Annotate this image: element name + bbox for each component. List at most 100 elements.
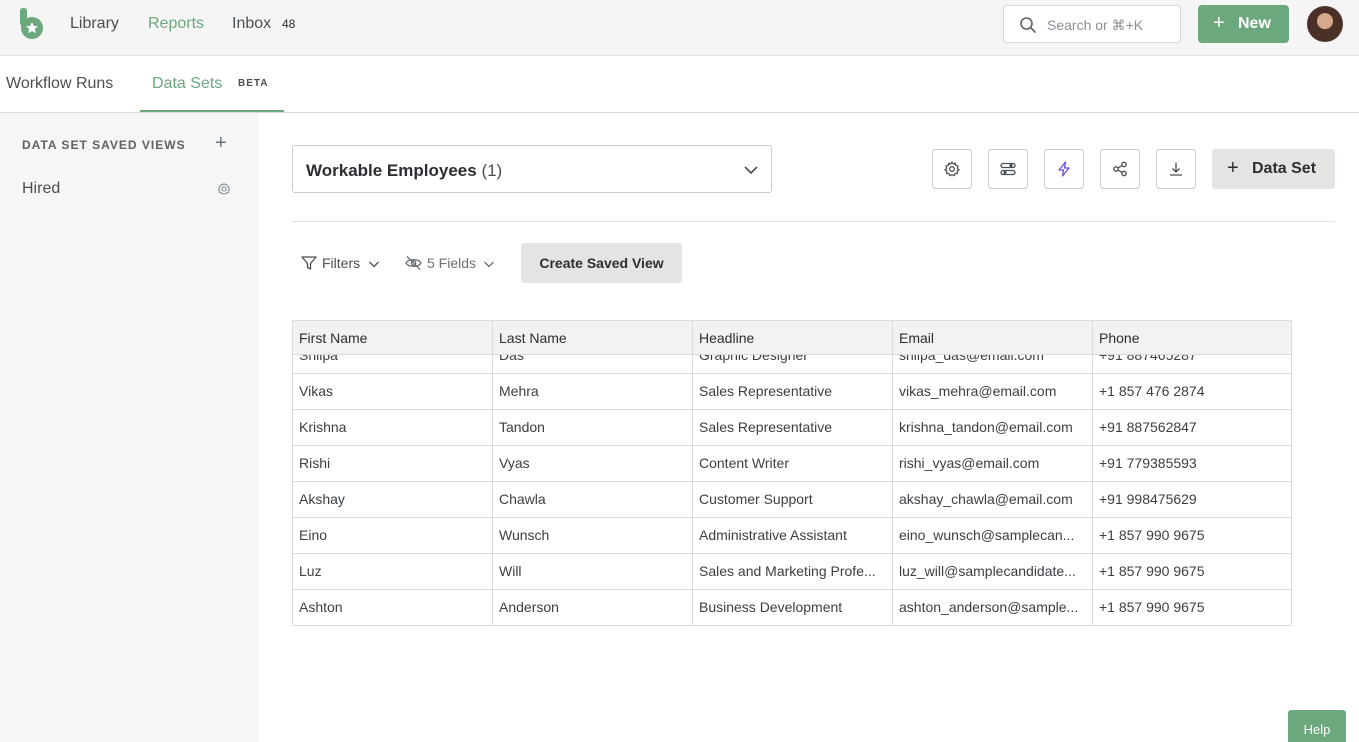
column-header-last-name[interactable]: Last Name bbox=[493, 321, 693, 356]
saved-views-sidebar: DATA SET SAVED VIEWS + Hired bbox=[0, 113, 259, 742]
table-cell: Luz bbox=[293, 554, 493, 590]
table-cell: vikas_mehra@email.com bbox=[893, 374, 1093, 410]
table-cell: Tandon bbox=[493, 410, 693, 446]
table-cell: Vyas bbox=[493, 446, 693, 482]
nav-library-link[interactable]: Library bbox=[70, 15, 119, 33]
table-row[interactable]: Luz Will Sales and Marketing Profe... luz_w… bbox=[292, 554, 1292, 590]
settings-button[interactable] bbox=[932, 149, 972, 189]
chevron-down-icon bbox=[744, 166, 758, 175]
table-cell: +91 998475629 bbox=[1093, 482, 1292, 518]
lightning-icon bbox=[1058, 161, 1070, 177]
fields-label: 5 Fields bbox=[427, 255, 477, 271]
new-button[interactable]: + New bbox=[1198, 5, 1289, 43]
dataset-select[interactable]: Workable Employees (1) bbox=[292, 145, 772, 193]
sub-navigation-tabs: Workflow Runs Data Sets BETA bbox=[0, 56, 1359, 113]
gear-icon bbox=[944, 161, 960, 177]
sliders-button[interactable] bbox=[988, 149, 1028, 189]
table-cell: Akshay bbox=[293, 482, 493, 518]
add-saved-view-icon[interactable]: + bbox=[215, 133, 227, 153]
data-table: Shilpa Das Graphic Designer shilpa_das@emai… bbox=[292, 320, 1292, 627]
table-cell: akshay_chawla@email.com bbox=[893, 482, 1093, 518]
chevron-down-icon bbox=[484, 261, 494, 268]
search-input[interactable]: Search or ⌘+K bbox=[1003, 5, 1181, 43]
table-row[interactable]: Akshay Chawla Customer Support akshay_chawl… bbox=[292, 482, 1292, 518]
app-logo-icon[interactable] bbox=[18, 8, 46, 40]
table-cell: Will bbox=[493, 554, 693, 590]
table-row[interactable]: Eino Wunsch Administrative Assistant eino_w… bbox=[292, 518, 1292, 554]
table-cell: Administrative Assistant bbox=[693, 518, 893, 554]
beta-badge: BETA bbox=[238, 78, 269, 89]
automation-button[interactable] bbox=[1044, 149, 1084, 189]
sidebar-title: DATA SET SAVED VIEWS bbox=[22, 138, 186, 152]
dataset-count: (1) bbox=[481, 161, 503, 180]
column-header-headline[interactable]: Headline bbox=[693, 321, 893, 356]
column-header-first-name[interactable]: First Name bbox=[293, 321, 493, 356]
new-button-label: New bbox=[1238, 15, 1271, 32]
table-row[interactable]: Ashton Anderson Business Development ashton… bbox=[292, 590, 1292, 626]
download-icon bbox=[1170, 162, 1182, 176]
sidebar-item-hired[interactable]: Hired bbox=[22, 180, 237, 204]
table-cell: Sales Representative bbox=[693, 410, 893, 446]
nav-inbox-link[interactable]: Inbox bbox=[232, 15, 271, 33]
table-cell: Customer Support bbox=[693, 482, 893, 518]
table-cell: ashton_anderson@sample... bbox=[893, 590, 1093, 626]
share-icon bbox=[1113, 161, 1127, 177]
filter-icon bbox=[301, 256, 317, 270]
toolbar-divider bbox=[292, 221, 1335, 222]
dataset-name-wrap: Workable Employees (1) bbox=[306, 161, 502, 181]
table-cell: +91 887562847 bbox=[1093, 410, 1292, 446]
tab-workflow-runs[interactable]: Workflow Runs bbox=[6, 75, 113, 93]
plus-icon: + bbox=[1227, 157, 1239, 179]
search-icon bbox=[1020, 17, 1036, 33]
plus-icon: + bbox=[1213, 12, 1225, 34]
table-cell: rishi_vyas@email.com bbox=[893, 446, 1093, 482]
chevron-down-icon bbox=[369, 261, 379, 268]
table-cell: krishna_tandon@email.com bbox=[893, 410, 1093, 446]
table-cell: Chawla bbox=[493, 482, 693, 518]
top-navigation-bar: Library Reports Inbox 48 Search or ⌘+K +… bbox=[0, 0, 1359, 56]
table-cell: Vikas bbox=[293, 374, 493, 410]
user-avatar[interactable] bbox=[1307, 6, 1343, 42]
table-cell: luz_will@samplecandidate... bbox=[893, 554, 1093, 590]
table-cell: Anderson bbox=[493, 590, 693, 626]
sliders-icon bbox=[1000, 162, 1016, 176]
table-row[interactable]: Vikas Mehra Sales Representative vikas_mehr… bbox=[292, 374, 1292, 410]
add-data-set-button[interactable]: + Data Set bbox=[1212, 149, 1335, 189]
table-row[interactable]: Rishi Vyas Content Writer rishi_vyas@email.… bbox=[292, 446, 1292, 482]
dataset-name: Workable Employees bbox=[306, 161, 477, 180]
table-cell: Sales Representative bbox=[693, 374, 893, 410]
eye-off-icon bbox=[405, 256, 422, 270]
add-data-set-label: Data Set bbox=[1252, 160, 1317, 177]
table-cell: +1 857 476 2874 bbox=[1093, 374, 1292, 410]
table-cell: Mehra bbox=[493, 374, 693, 410]
column-header-email[interactable]: Email bbox=[893, 321, 1093, 356]
table-cell: +1 857 990 9675 bbox=[1093, 554, 1292, 590]
table-cell: Sales and Marketing Profe... bbox=[693, 554, 893, 590]
gear-icon[interactable] bbox=[217, 182, 231, 196]
table-cell: +91 779385593 bbox=[1093, 446, 1292, 482]
table-cell: Ashton bbox=[293, 590, 493, 626]
table-cell: +1 857 990 9675 bbox=[1093, 590, 1292, 626]
table-cell: eino_wunsch@samplecan... bbox=[893, 518, 1093, 554]
filters-label: Filters bbox=[322, 255, 361, 271]
create-saved-view-button[interactable]: Create Saved View bbox=[521, 243, 682, 283]
active-tab-indicator bbox=[140, 110, 284, 112]
nav-reports-link[interactable]: Reports bbox=[148, 15, 204, 33]
download-button[interactable] bbox=[1156, 149, 1196, 189]
tab-data-sets[interactable]: Data Sets bbox=[152, 75, 222, 93]
table-cell: +1 857 990 9675 bbox=[1093, 518, 1292, 554]
share-button[interactable] bbox=[1100, 149, 1140, 189]
inbox-count-badge: 48 bbox=[282, 17, 296, 31]
column-header-phone[interactable]: Phone bbox=[1093, 321, 1292, 356]
table-cell: Wunsch bbox=[493, 518, 693, 554]
table-row[interactable]: Krishna Tandon Sales Representative krishna… bbox=[292, 410, 1292, 446]
table-cell: Eino bbox=[293, 518, 493, 554]
table-cell: Krishna bbox=[293, 410, 493, 446]
table-cell: Content Writer bbox=[693, 446, 893, 482]
table-header: First Name Last Name Headline Email Phon… bbox=[292, 320, 1292, 356]
help-button[interactable]: Help bbox=[1288, 710, 1346, 742]
search-placeholder: Search or ⌘+K bbox=[1047, 17, 1144, 33]
sidebar-item-label: Hired bbox=[22, 180, 61, 197]
table-cell: Business Development bbox=[693, 590, 893, 626]
table-cell: Rishi bbox=[293, 446, 493, 482]
